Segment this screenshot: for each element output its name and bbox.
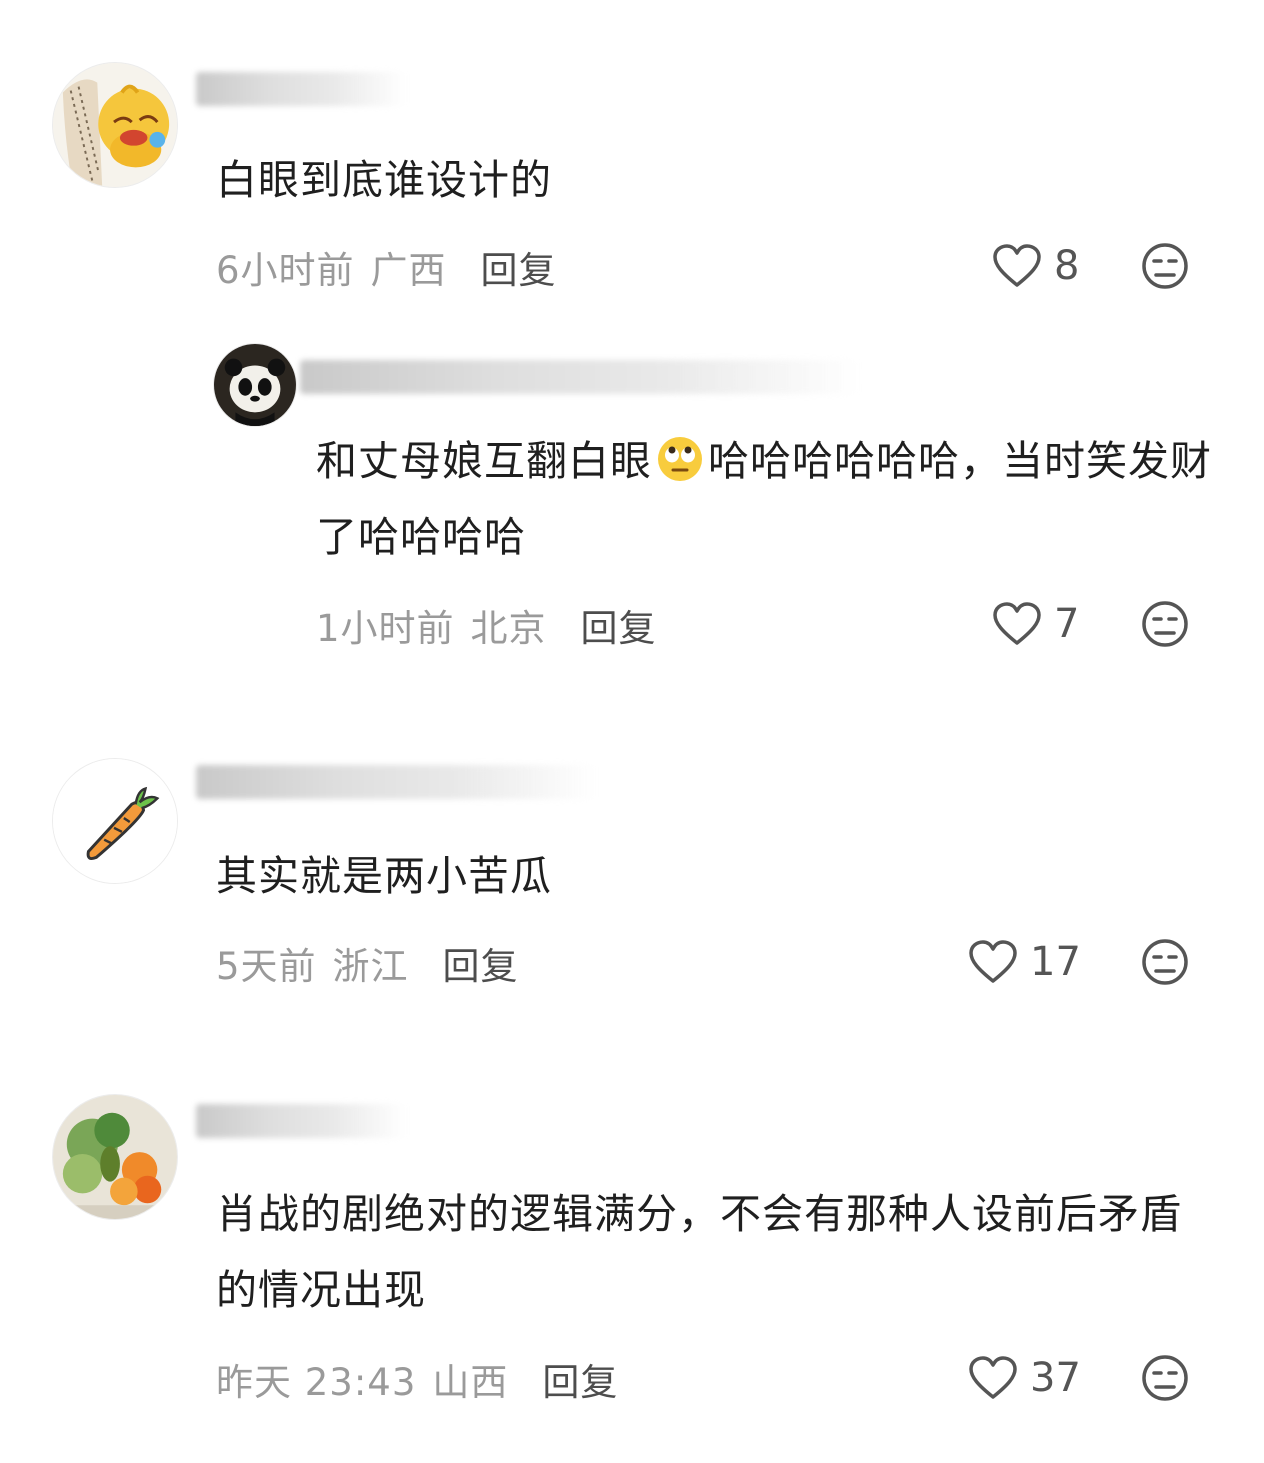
like-count: 17 <box>1030 939 1081 985</box>
comment-meta: 1小时前 北京 回复 <box>316 598 657 652</box>
dislike-button[interactable] <box>1141 242 1189 290</box>
comment-meta: 昨天 23:43 山西 回复 <box>216 1352 618 1406</box>
comment-text-part: 和丈母娘互翻白眼 <box>316 437 652 485</box>
heart-outline-icon <box>969 1356 1017 1399</box>
comment-text: 肖战的剧绝对的逻辑满分，不会有那种人设前后矛盾的情况出现 <box>216 1190 1182 1314</box>
comment-time: 5天前 <box>216 945 317 988</box>
comment-time: 6小时前 <box>216 249 355 292</box>
comment-location: 山西 <box>432 1361 509 1404</box>
duck-sticker-avatar-icon <box>53 63 177 187</box>
unamused-face-icon <box>1142 243 1188 289</box>
username-blurred[interactable] <box>196 72 406 106</box>
username-blurred[interactable] <box>196 765 596 799</box>
username-blurred[interactable] <box>196 1104 406 1138</box>
like-count: 7 <box>1054 601 1080 647</box>
comment-meta: 5天前 浙江 回复 <box>216 936 519 990</box>
reply-button[interactable]: 回复 <box>481 240 557 294</box>
user-avatar[interactable] <box>52 1094 178 1220</box>
unamused-face-icon <box>1142 939 1188 985</box>
dislike-button[interactable] <box>1141 1354 1189 1402</box>
rolling-eyes-emoji <box>658 437 702 481</box>
user-avatar[interactable] <box>213 343 297 427</box>
heart-outline-icon <box>993 602 1041 645</box>
dislike-button[interactable] <box>1141 938 1189 986</box>
user-avatar[interactable] <box>52 758 178 884</box>
like-count: 37 <box>1030 1355 1081 1401</box>
like-button[interactable]: 17 <box>968 937 1081 987</box>
username-blurred[interactable] <box>300 360 860 394</box>
like-button[interactable]: 8 <box>992 241 1079 291</box>
reply-button[interactable]: 回复 <box>443 936 519 990</box>
heart-outline-icon <box>969 940 1017 983</box>
comment-time: 昨天 23:43 <box>216 1361 417 1404</box>
unamused-face-icon <box>1142 1355 1188 1401</box>
comment-time: 1小时前 <box>316 607 455 650</box>
like-button[interactable]: 7 <box>992 599 1079 649</box>
comment-text: 白眼到底谁设计的 <box>216 156 552 204</box>
comment-location: 北京 <box>470 607 547 650</box>
user-avatar[interactable] <box>52 62 178 188</box>
panda-avatar-icon <box>214 344 296 426</box>
reply-button[interactable]: 回复 <box>542 1352 618 1406</box>
comment-text: 和丈母娘互翻白眼 哈哈哈哈哈哈，当时笑发财了哈哈哈哈 <box>316 423 1216 575</box>
unamused-face-icon <box>1142 601 1188 647</box>
reply-button[interactable]: 回复 <box>581 598 657 652</box>
carrot-avatar-icon <box>53 759 177 883</box>
comment-meta: 6小时前 广西 回复 <box>216 240 557 294</box>
like-button[interactable]: 37 <box>968 1353 1081 1403</box>
dislike-button[interactable] <box>1141 600 1189 648</box>
like-count: 8 <box>1054 243 1080 289</box>
comment-location: 广西 <box>370 249 447 292</box>
vegetables-avatar-icon <box>53 1095 177 1219</box>
comment-location: 浙江 <box>332 945 409 988</box>
heart-outline-icon <box>993 244 1041 287</box>
comment-text: 其实就是两小苦瓜 <box>216 852 552 900</box>
